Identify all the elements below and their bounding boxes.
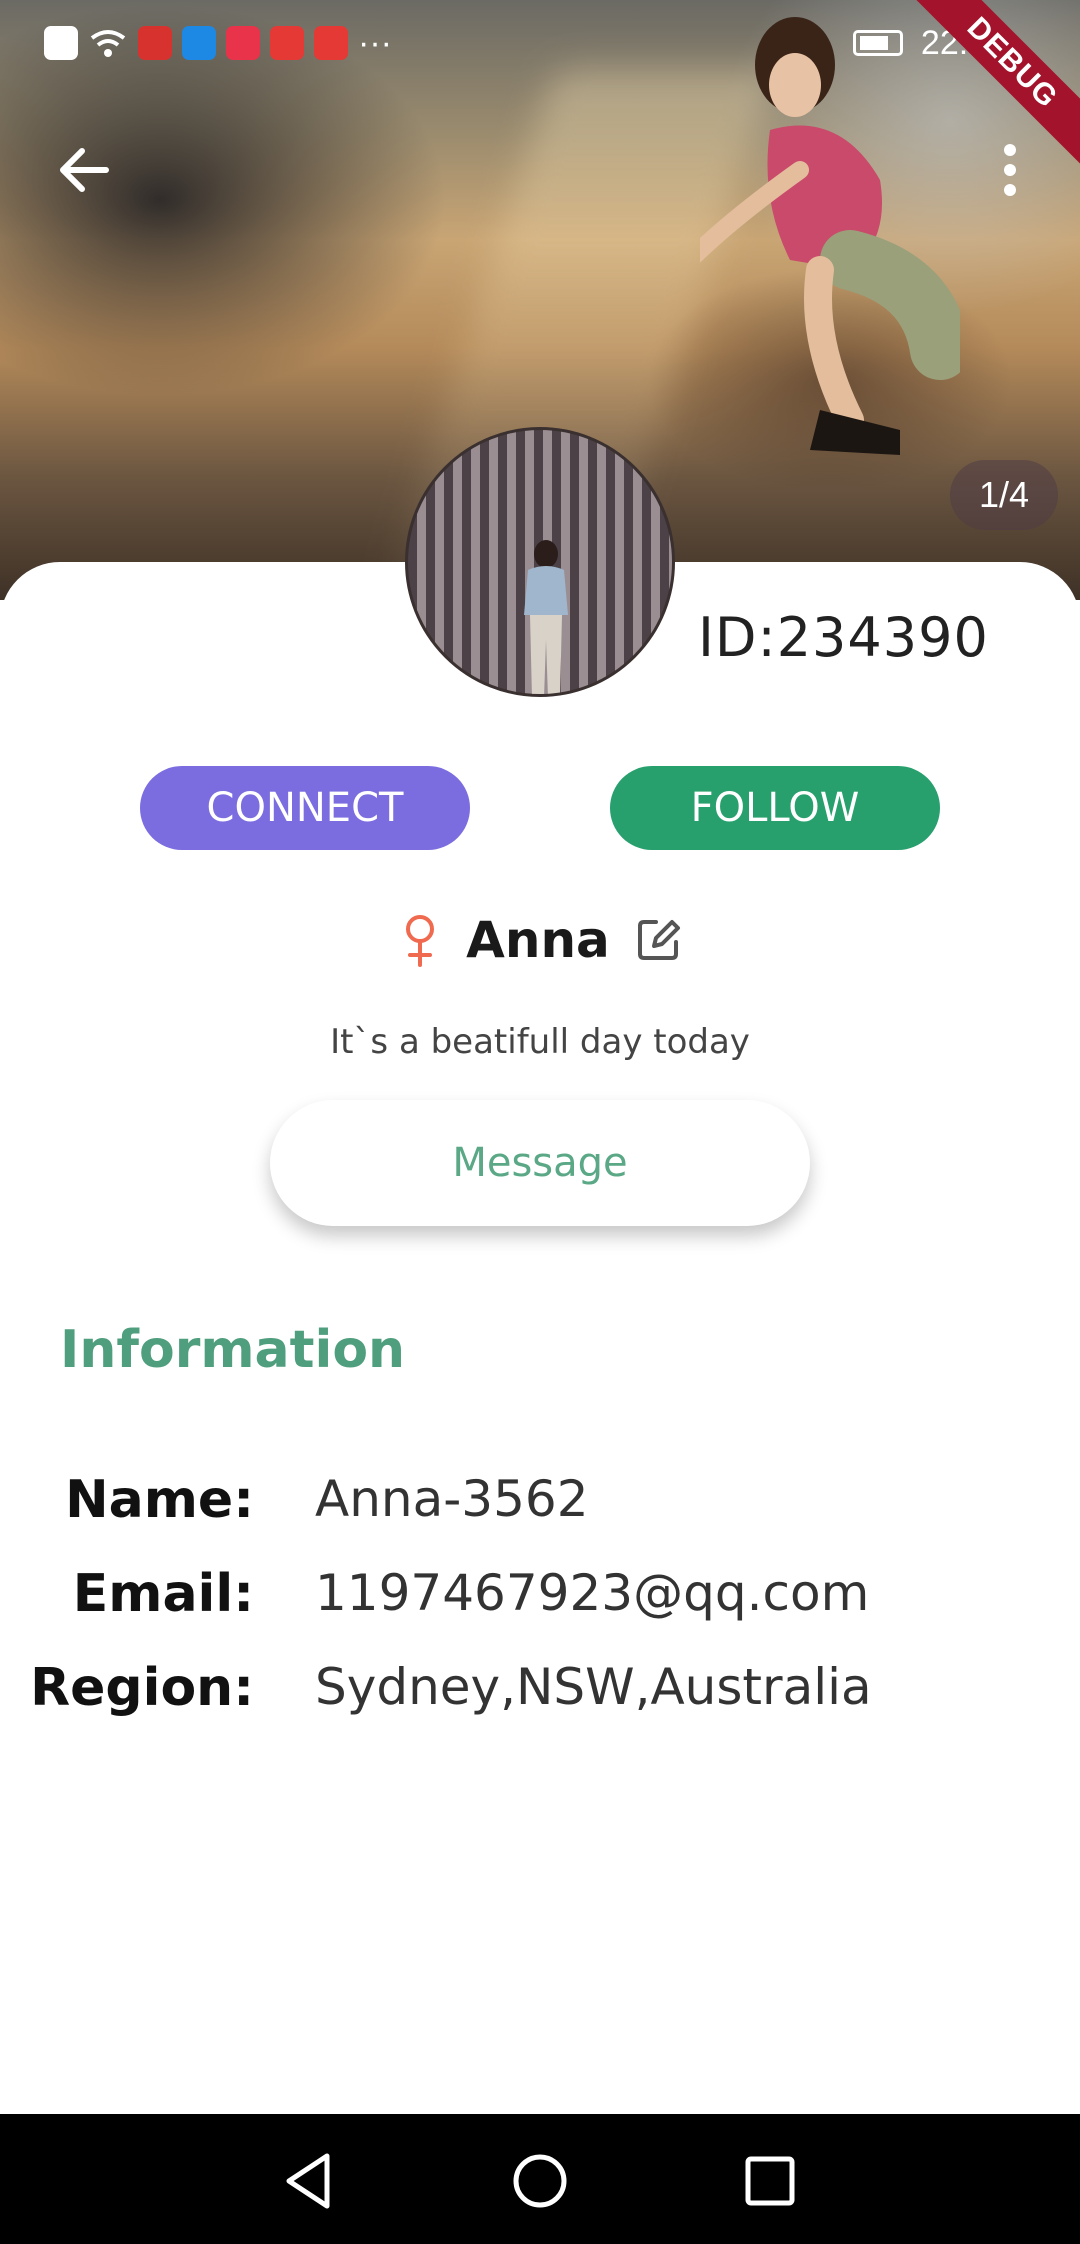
photo-counter: 1/4 bbox=[950, 460, 1058, 530]
profile-bio: It`s a beatifull day today bbox=[330, 1022, 750, 1062]
follow-button[interactable]: FOLLOW bbox=[610, 766, 940, 850]
weibo-app-icon-2 bbox=[314, 26, 348, 60]
edit-icon[interactable] bbox=[634, 916, 682, 964]
baidu-app-icon bbox=[138, 26, 172, 60]
connect-button[interactable]: CONNECT bbox=[140, 766, 470, 850]
avatar-person bbox=[524, 540, 568, 694]
search-app-icon bbox=[182, 26, 216, 60]
more-vertical-icon[interactable] bbox=[990, 138, 1030, 202]
notes-app-icon bbox=[226, 26, 260, 60]
info-row-email: Email: 1197467923@qq.com bbox=[0, 1564, 1080, 1644]
info-value: Anna-3562 bbox=[315, 1470, 589, 1528]
info-row-region: Region: Sydney,NSW,Australia bbox=[0, 1658, 1080, 1738]
triangle-back-icon[interactable] bbox=[275, 2146, 345, 2216]
avatar[interactable] bbox=[405, 427, 675, 697]
info-value: Sydney,NSW,Australia bbox=[315, 1658, 872, 1716]
back-arrow-icon[interactable] bbox=[52, 138, 116, 202]
information-section-title: Information bbox=[60, 1320, 406, 1380]
female-icon bbox=[406, 915, 435, 967]
info-label: Region: bbox=[30, 1658, 254, 1718]
name-row: Anna bbox=[0, 900, 1080, 980]
system-navigation-bar bbox=[0, 2114, 1080, 2244]
more-notifications-label: ··· bbox=[358, 23, 392, 62]
square-recents-icon[interactable] bbox=[735, 2146, 805, 2216]
user-id: ID:234390 bbox=[698, 606, 989, 669]
info-value: 1197467923@qq.com bbox=[315, 1564, 870, 1622]
wifi-icon bbox=[90, 30, 126, 57]
info-label: Name: bbox=[65, 1470, 254, 1530]
alert-notification-icon bbox=[44, 26, 78, 60]
battery-charging-icon bbox=[852, 30, 903, 56]
info-label: Email: bbox=[72, 1564, 254, 1624]
message-button[interactable]: Message bbox=[270, 1100, 810, 1226]
notification-icons: ··· bbox=[44, 24, 392, 63]
status-bar: ··· 22:19 bbox=[0, 0, 1080, 86]
weibo-app-icon bbox=[270, 26, 304, 60]
circle-home-icon[interactable] bbox=[505, 2146, 575, 2216]
profile-name: Anna bbox=[466, 911, 610, 969]
info-row-name: Name: Anna-3562 bbox=[0, 1470, 1080, 1550]
